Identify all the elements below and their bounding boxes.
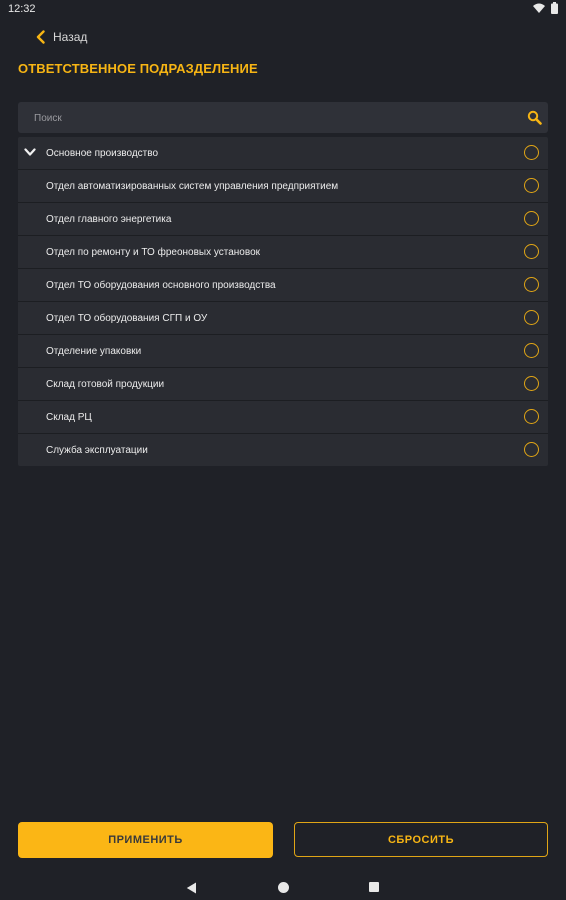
list-item-label: Отдел ТО оборудования основного производ… xyxy=(46,279,276,291)
battery-icon xyxy=(551,2,558,14)
back-label: Назад xyxy=(53,30,88,44)
reset-button[interactable]: СБРОСИТЬ xyxy=(294,822,548,857)
department-list: Основное производство Отдел автоматизиро… xyxy=(18,137,548,466)
radio-button[interactable] xyxy=(524,442,539,457)
list-item-label: Отдел автоматизированных систем управлен… xyxy=(46,180,339,192)
radio-button[interactable] xyxy=(524,145,539,160)
radio-button[interactable] xyxy=(524,409,539,424)
list-item[interactable]: Отдел главного энергетика xyxy=(18,203,548,236)
list-item[interactable]: Склад готовой продукции xyxy=(18,368,548,401)
radio-button[interactable] xyxy=(524,376,539,391)
search-box xyxy=(18,102,548,135)
list-item-label: Отдел по ремонту и ТО фреоновых установо… xyxy=(46,246,261,258)
list-item-label: Склад РЦ xyxy=(46,411,92,423)
list-item-label: Отдел главного энергетика xyxy=(46,213,172,225)
wifi-icon xyxy=(533,3,545,13)
nav-recents-icon[interactable] xyxy=(369,882,379,892)
chevron-left-icon xyxy=(36,30,45,44)
list-item-label: Отдел ТО оборудования СГП и ОУ xyxy=(46,312,208,324)
list-group-label: Основное производство xyxy=(46,147,159,159)
chevron-down-icon[interactable] xyxy=(24,148,36,157)
radio-button[interactable] xyxy=(524,178,539,193)
list-item-label: Служба эксплуатации xyxy=(46,444,148,456)
list-item-label: Склад готовой продукции xyxy=(46,378,165,390)
radio-button[interactable] xyxy=(524,211,539,226)
page-title: ОТВЕТСТВЕННОЕ ПОДРАЗДЕЛЕНИЕ xyxy=(18,61,258,76)
radio-button[interactable] xyxy=(524,343,539,358)
list-item[interactable]: Отдел ТО оборудования СГП и ОУ xyxy=(18,302,548,335)
nav-back-icon[interactable] xyxy=(186,882,197,894)
nav-home-icon[interactable] xyxy=(278,882,289,893)
radio-button[interactable] xyxy=(524,310,539,325)
list-item[interactable]: Склад РЦ xyxy=(18,401,548,434)
list-item-label: Отделение упаковки xyxy=(46,345,142,357)
list-item[interactable]: Отдел автоматизированных систем управлен… xyxy=(18,170,548,203)
apply-button[interactable]: ПРИМЕНИТЬ xyxy=(18,822,273,858)
search-icon[interactable] xyxy=(527,110,542,125)
radio-button[interactable] xyxy=(524,277,539,292)
status-icons xyxy=(533,2,558,14)
list-item[interactable]: Отдел ТО оборудования основного производ… xyxy=(18,269,548,302)
list-item[interactable]: Отдел по ремонту и ТО фреоновых установо… xyxy=(18,236,548,269)
back-button[interactable]: Назад xyxy=(36,27,87,47)
status-time: 12:32 xyxy=(8,3,36,15)
list-group-header[interactable]: Основное производство xyxy=(18,137,548,170)
system-nav-bar xyxy=(0,874,566,900)
list-item[interactable]: Отделение упаковки xyxy=(18,335,548,368)
status-bar: 12:32 xyxy=(0,0,566,18)
radio-button[interactable] xyxy=(524,244,539,259)
list-item[interactable]: Служба эксплуатации xyxy=(18,434,548,466)
search-input[interactable] xyxy=(32,102,506,135)
